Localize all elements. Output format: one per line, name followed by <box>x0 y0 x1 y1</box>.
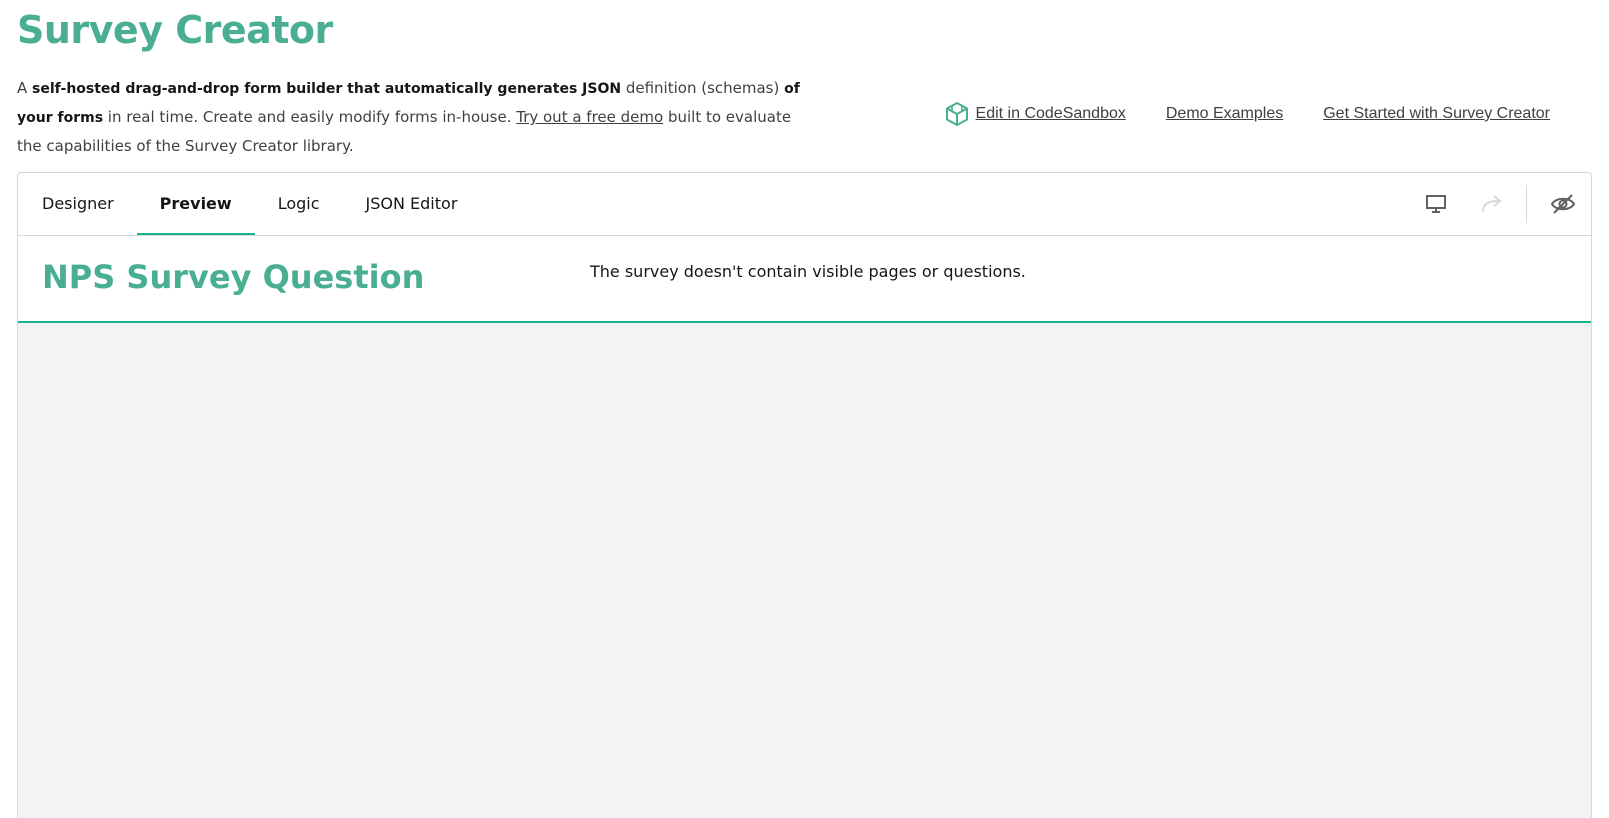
codesandbox-icon <box>945 102 968 126</box>
intro-part: definition (schemas) <box>621 79 785 97</box>
survey-header: NPS Survey Question The survey doesn't c… <box>18 236 1591 323</box>
tab-preview[interactable]: Preview <box>136 173 255 235</box>
intro-part: in real time. Create and easily modify f… <box>103 108 517 126</box>
get-started-link[interactable]: Get Started with Survey Creator <box>1323 105 1550 123</box>
codesandbox-link[interactable]: Edit in CodeSandbox <box>945 102 1126 126</box>
intro-text: A self-hosted drag-and-drop form builder… <box>17 74 807 160</box>
invisible-elements-button[interactable] <box>1535 173 1591 235</box>
redo-button[interactable] <box>1464 173 1520 235</box>
hidden-eye-icon <box>1550 194 1576 214</box>
survey-creator: Designer Preview Logic JSON Editor NPS S… <box>17 172 1592 818</box>
redo-icon <box>1482 195 1502 213</box>
intro-part: A <box>17 79 33 97</box>
empty-survey-message: The survey doesn't contain visible pages… <box>590 262 1026 281</box>
page-title: Survey Creator <box>17 8 333 52</box>
tab-designer[interactable]: Designer <box>18 173 137 235</box>
header-links: Edit in CodeSandbox Demo Examples Get St… <box>945 102 1550 126</box>
desktop-icon <box>1426 195 1446 213</box>
tab-logic[interactable]: Logic <box>255 173 343 235</box>
demo-examples-link[interactable]: Demo Examples <box>1166 105 1283 123</box>
intro-bold: self-hosted drag-and-drop form builder t… <box>32 81 622 97</box>
preview-canvas <box>18 323 1591 818</box>
device-button[interactable] <box>1408 173 1464 235</box>
toolbar-separator <box>1526 185 1527 223</box>
creator-toolbar <box>1408 173 1591 235</box>
survey-title: NPS Survey Question <box>42 258 425 296</box>
free-demo-link[interactable]: Try out a free demo <box>516 108 663 126</box>
codesandbox-label: Edit in CodeSandbox <box>975 105 1126 122</box>
tab-json-editor[interactable]: JSON Editor <box>343 173 481 235</box>
creator-tabbar: Designer Preview Logic JSON Editor <box>18 173 1591 236</box>
